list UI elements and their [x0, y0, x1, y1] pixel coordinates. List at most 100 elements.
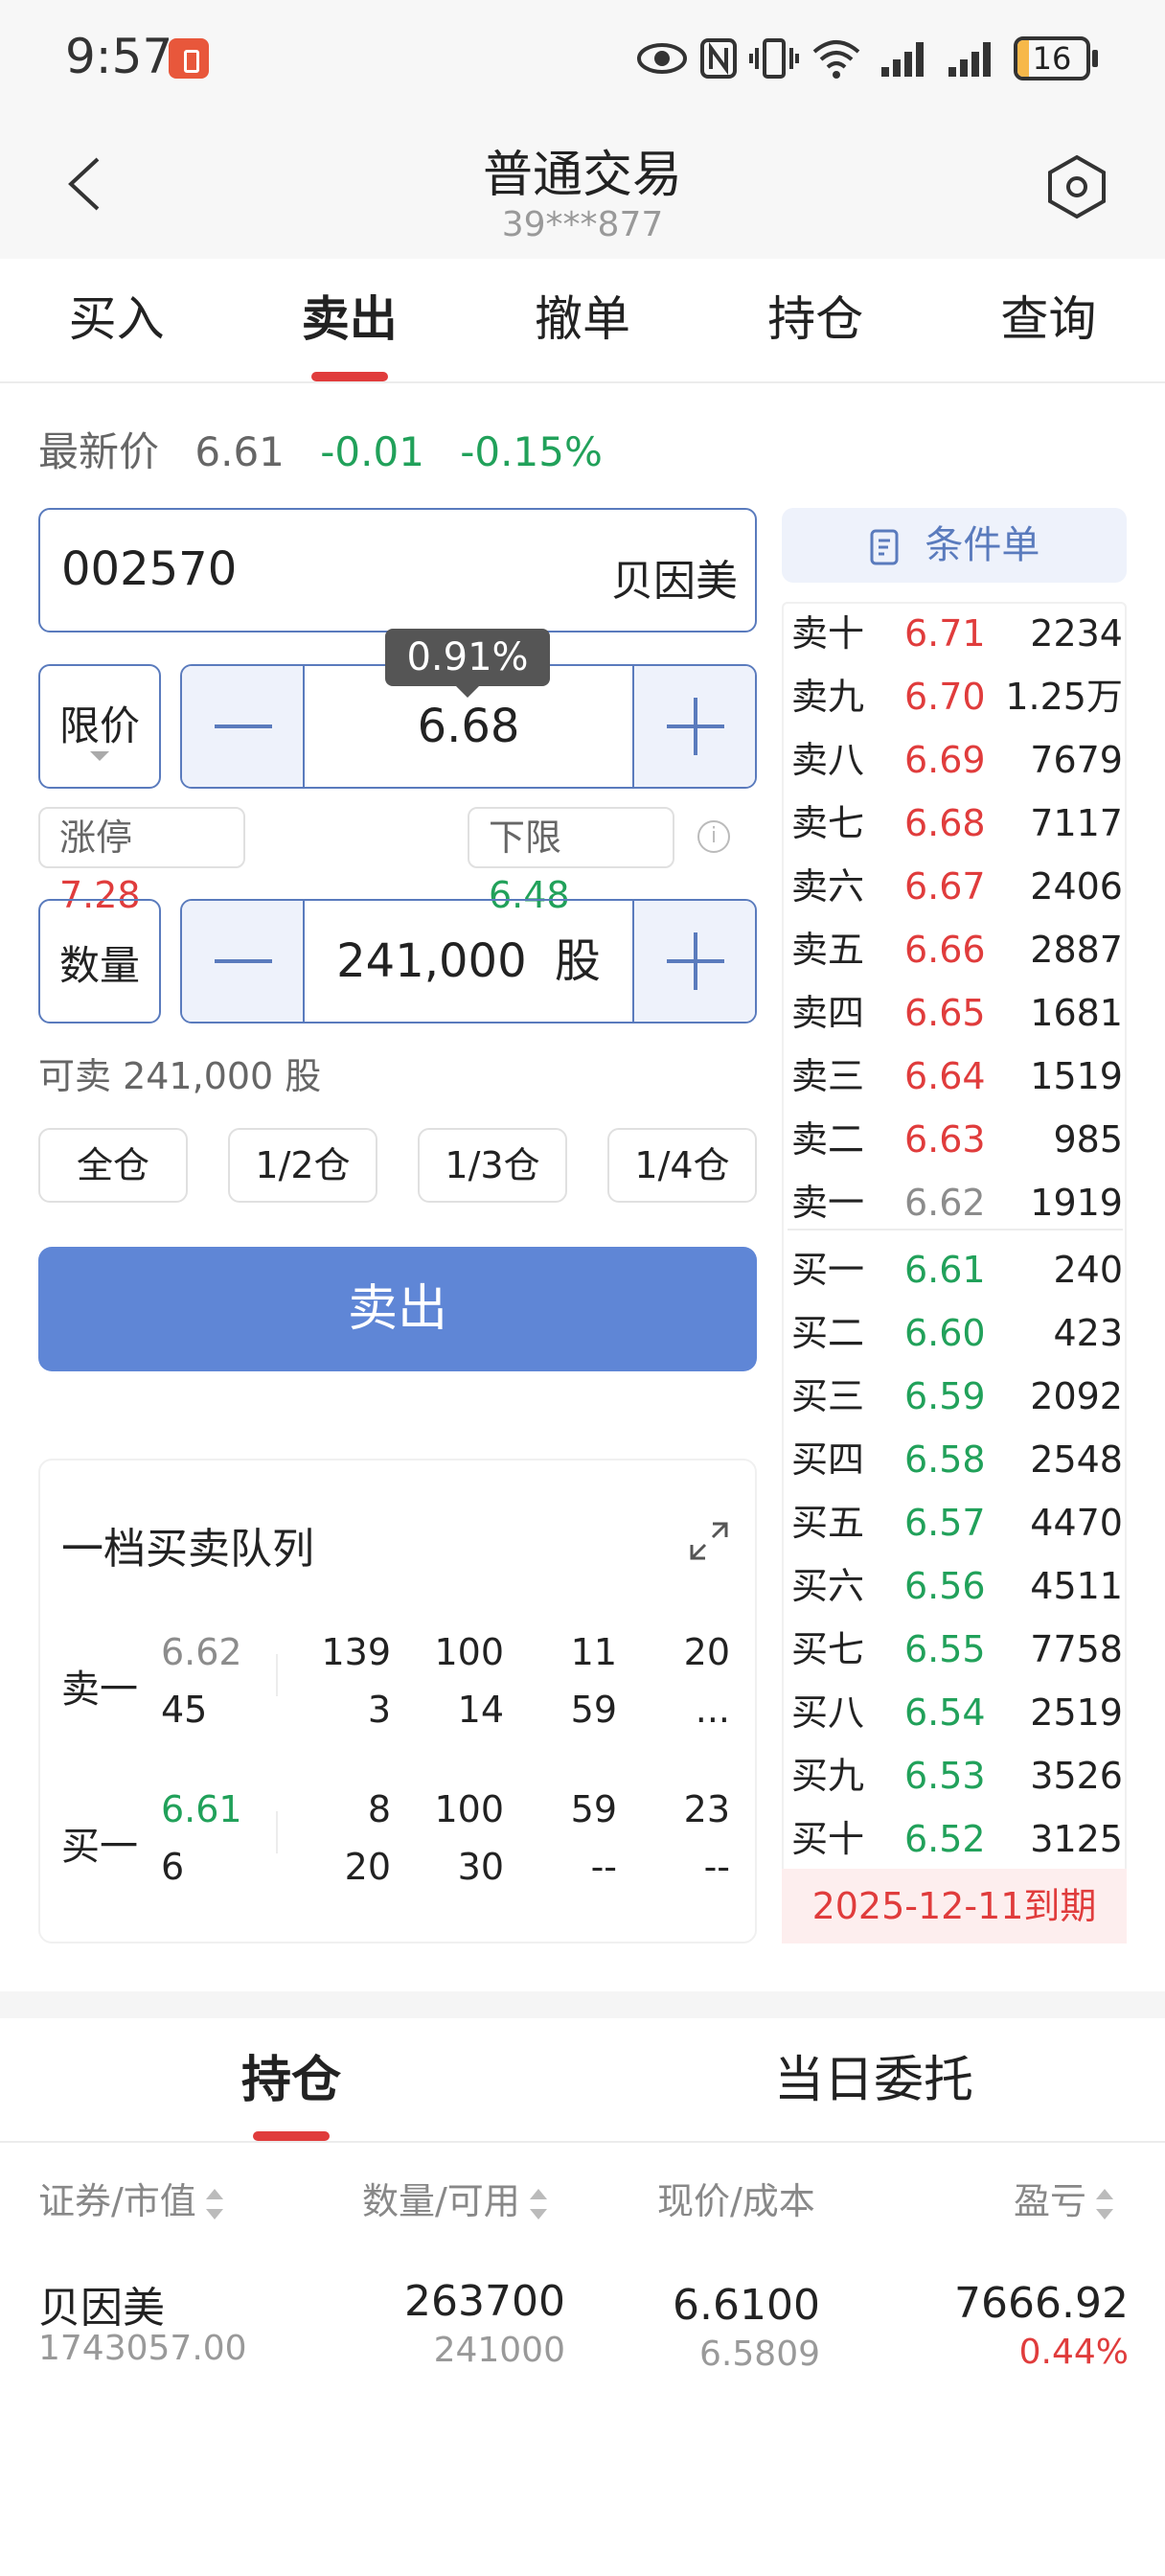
book-price: 6.64: [904, 1055, 986, 1097]
book-volume: 423: [1053, 1312, 1123, 1354]
book-level-label: 买四: [791, 1438, 865, 1481]
latest-price-label: 最新价: [38, 428, 160, 475]
info-icon[interactable]: i: [697, 820, 730, 853]
tab-positions[interactable]: 持仓: [0, 2018, 582, 2141]
col-header-pnl[interactable]: 盈亏: [1014, 2172, 1114, 2224]
latest-price-row: 最新价 6.61 -0.01 -0.15%: [38, 420, 626, 478]
book-price: 6.67: [904, 865, 986, 908]
col-header-security[interactable]: 证券/市值: [38, 2172, 223, 2224]
book-volume: 3125: [1030, 1818, 1123, 1860]
price-plus-button[interactable]: [632, 666, 755, 787]
condition-order-label: 条件单: [925, 523, 1040, 567]
ask-row[interactable]: 卖五 6.66 2887: [791, 918, 1123, 981]
ask-row[interactable]: 卖九 6.70 1.25万: [791, 665, 1123, 728]
book-price: 6.59: [904, 1375, 986, 1417]
col-header-label: 证券/市值: [38, 2180, 196, 2222]
queue-cell: 3: [367, 1689, 391, 1731]
position-name: 贝因美: [38, 2284, 165, 2333]
book-volume: 1919: [1030, 1182, 1123, 1224]
bid-row[interactable]: 买十 6.52 3125: [791, 1807, 1123, 1871]
full-position-button[interactable]: 全仓: [38, 1128, 188, 1203]
book-volume: 4470: [1030, 1502, 1123, 1544]
ask-row[interactable]: 卖四 6.65 1681: [791, 981, 1123, 1045]
bottom-tabs: 持仓 当日委托: [0, 2018, 1165, 2143]
limit-down-label: 下限: [489, 816, 562, 859]
bid-row[interactable]: 买六 6.56 4511: [791, 1554, 1123, 1618]
price-minus-button[interactable]: [182, 666, 305, 787]
queue-cell: 14: [457, 1689, 504, 1731]
sell-button[interactable]: 卖出: [38, 1247, 757, 1371]
queue-cell: 20: [683, 1631, 730, 1673]
book-level-label: 卖三: [791, 1055, 865, 1097]
quantity-label: 数量: [58, 942, 140, 989]
quantity-minus-button[interactable]: [182, 901, 305, 1022]
book-volume: 2406: [1030, 865, 1123, 908]
quarter-position-button[interactable]: 1/4仓: [607, 1128, 757, 1203]
col-header-label: 盈亏: [1014, 2180, 1087, 2222]
book-level-label: 买六: [791, 1565, 865, 1607]
bid-row[interactable]: 买一 6.61 240: [791, 1238, 1123, 1301]
book-level-label: 买二: [791, 1312, 865, 1354]
condition-order-button[interactable]: 条件单: [782, 508, 1127, 583]
half-position-button[interactable]: 1/2仓: [228, 1128, 377, 1203]
ask-row[interactable]: 卖十 6.71 2234: [791, 602, 1123, 665]
position-market-value: 1743057.00: [38, 2329, 247, 2368]
ask-row[interactable]: 卖七 6.68 7117: [791, 792, 1123, 855]
book-level-label: 卖十: [791, 612, 865, 655]
ask-row[interactable]: 卖三 6.64 1519: [791, 1045, 1123, 1108]
queue-buy-price: 6.61: [161, 1788, 242, 1830]
price-change-pct: -0.15%: [460, 428, 603, 475]
dropdown-arrow-icon: [90, 751, 109, 761]
col-header-quantity[interactable]: 数量/可用: [362, 2172, 547, 2224]
tab-sell[interactable]: 卖出: [233, 259, 466, 381]
queue-cell: 8: [367, 1788, 391, 1830]
sort-icon: [1096, 2187, 1114, 2221]
bid-row[interactable]: 买五 6.57 4470: [791, 1491, 1123, 1554]
bid-row[interactable]: 买八 6.54 2519: [791, 1681, 1123, 1744]
limit-up-label: 涨停: [59, 816, 133, 859]
col-header-label: 数量/可用: [362, 2180, 520, 2222]
tab-today-orders[interactable]: 当日委托: [582, 2018, 1165, 2141]
queue-cell: 139: [321, 1631, 391, 1673]
limit-down-chip[interactable]: 下限 6.48: [468, 807, 674, 916]
settings-icon[interactable]: [1046, 153, 1108, 220]
tab-buy[interactable]: 买入: [0, 259, 233, 381]
ask-row[interactable]: 卖一 6.62 1919: [791, 1171, 1123, 1234]
tab-holdings[interactable]: 持仓: [699, 259, 932, 381]
page-title: 普通交易: [482, 147, 682, 204]
book-price: 6.62: [904, 1182, 986, 1224]
expand-icon[interactable]: [688, 1520, 730, 1562]
ask-row[interactable]: 卖八 6.69 7679: [791, 728, 1123, 792]
recording-icon: [169, 38, 209, 79]
ask-row[interactable]: 卖二 6.63 985: [791, 1108, 1123, 1171]
sort-icon: [529, 2187, 547, 2221]
third-position-button[interactable]: 1/3仓: [418, 1128, 567, 1203]
book-volume: 7679: [1030, 739, 1123, 781]
book-level-label: 买八: [791, 1691, 865, 1734]
position-pnl-pct: 0.44%: [1018, 2333, 1129, 2372]
quantity-plus-button[interactable]: [632, 901, 755, 1022]
limit-up-chip[interactable]: 涨停 7.28: [38, 807, 245, 916]
bid-row[interactable]: 买七 6.55 7758: [791, 1618, 1123, 1681]
bid-row[interactable]: 买三 6.59 2092: [791, 1365, 1123, 1428]
bid-row[interactable]: 买四 6.58 2548: [791, 1428, 1123, 1491]
book-level-label: 买七: [791, 1628, 865, 1670]
bid-row[interactable]: 买九 6.53 3526: [791, 1744, 1123, 1807]
tab-query[interactable]: 查询: [932, 259, 1165, 381]
queue-sell-count: 45: [161, 1689, 208, 1731]
book-price: 6.52: [904, 1818, 986, 1860]
bid-row[interactable]: 买二 6.60 423: [791, 1301, 1123, 1365]
quantity-input[interactable]: 241,000 股: [305, 901, 632, 1022]
book-price: 6.70: [904, 676, 986, 718]
tab-cancel[interactable]: 撤单: [466, 259, 698, 381]
book-volume: 1.25万: [1005, 676, 1123, 718]
ask-row[interactable]: 卖六 6.67 2406: [791, 855, 1123, 918]
book-level-label: 卖八: [791, 739, 865, 781]
order-book-divider: [788, 1229, 1123, 1230]
battery-icon: 16: [1014, 36, 1090, 80]
book-level-label: 卖五: [791, 929, 865, 971]
book-volume: 7117: [1030, 802, 1123, 844]
book-volume: 1681: [1030, 992, 1123, 1034]
book-price: 6.54: [904, 1691, 986, 1734]
position-qty: 263700: [404, 2277, 565, 2326]
